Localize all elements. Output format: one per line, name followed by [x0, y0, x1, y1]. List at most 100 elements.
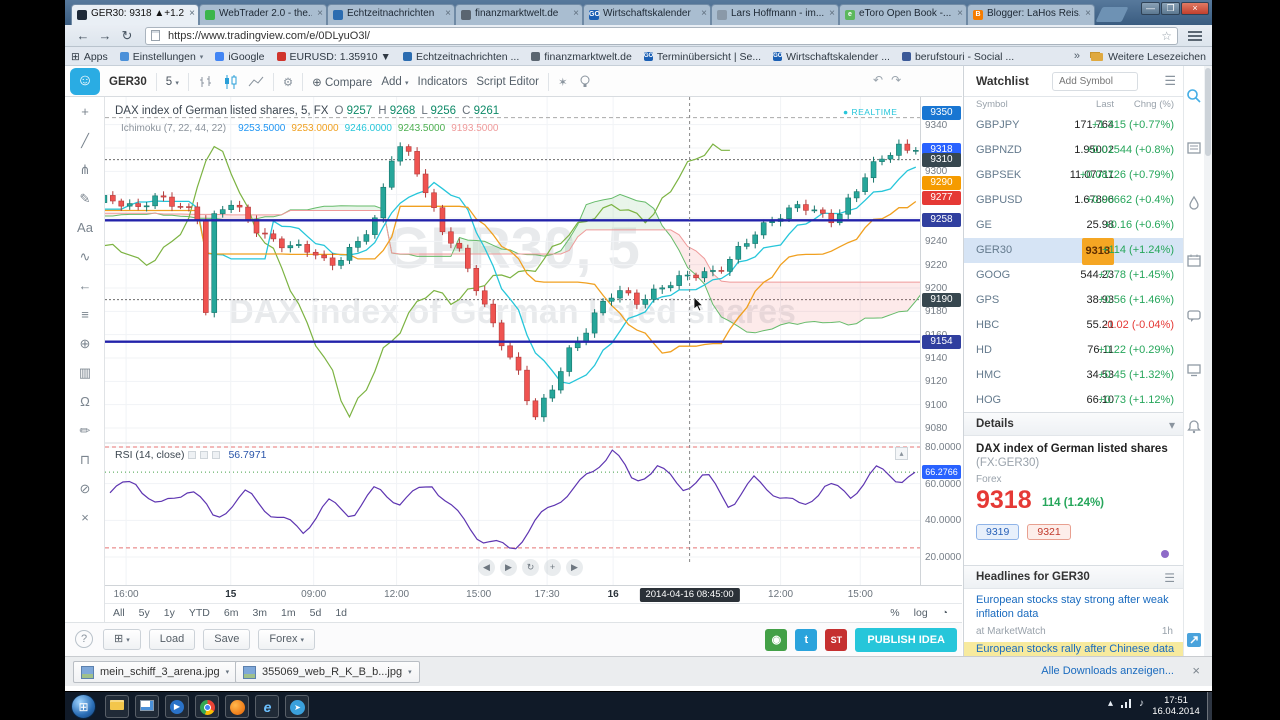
rsi-eye-icon[interactable] — [188, 451, 196, 459]
browser-tab-5[interactable]: Lars Hoffmann - im...× — [711, 4, 839, 25]
chevron-down-icon[interactable]: ▾ — [408, 668, 412, 676]
show-all-downloads-link[interactable]: Alle Downloads anzeigen... — [1041, 665, 1174, 677]
taskbar-safari-icon[interactable]: ➤ — [285, 695, 309, 718]
pitchfork-tool[interactable]: ⋔ — [65, 155, 105, 184]
add-symbol-input[interactable] — [1052, 72, 1138, 91]
bookmark-star-icon[interactable]: ☆ — [1161, 29, 1172, 43]
screenshare-icon[interactable] — [1186, 362, 1202, 378]
compare-button[interactable]: ⊕ Compare — [312, 75, 372, 89]
headlines-header[interactable]: Headlines for GER30☰ — [964, 565, 1183, 589]
save-button[interactable]: Save — [203, 629, 250, 650]
idea-bulb-icon[interactable] — [577, 74, 593, 90]
range-6m[interactable]: 6m — [224, 604, 239, 623]
browser-tab-2[interactable]: Echtzeitnachrichten× — [327, 4, 455, 25]
download-item-0[interactable]: mein_schiff_3_arena.jpg▾ — [73, 661, 237, 683]
templates-icon[interactable]: ✶ — [558, 75, 568, 89]
fib-tool[interactable]: ≡ — [65, 300, 105, 329]
price-axis[interactable]: 9340930092409220920091809160914091209100… — [920, 97, 962, 585]
calendar-icon[interactable] — [1186, 252, 1202, 268]
address-bar[interactable]: https://www.tradingview.com/e/0DLyuO3l/ — [145, 27, 1178, 45]
scroll-right-button[interactable]: ▶ — [500, 559, 517, 576]
browser-tab-6[interactable]: eeToro Open Book -...× — [839, 4, 967, 25]
details-header[interactable]: Details▾ — [964, 412, 1183, 436]
range-3m[interactable]: 3m — [252, 604, 267, 623]
range-all[interactable]: All — [113, 604, 125, 623]
watchlist-row-hd[interactable]: HD76.11+0.22 (+0.29%) — [964, 338, 1183, 363]
collapse-icon[interactable]: ▾ — [1169, 418, 1175, 432]
new-tab-button[interactable] — [1096, 7, 1129, 22]
trendline-tool[interactable]: ╱ — [65, 126, 105, 155]
reload-button[interactable]: ↻ — [117, 27, 137, 45]
tab-close-icon[interactable]: × — [445, 8, 451, 20]
range-1d[interactable]: 1d — [335, 604, 347, 623]
text-tool[interactable]: Aa — [65, 213, 105, 242]
tab-close-icon[interactable]: × — [317, 8, 323, 20]
bell-icon[interactable] — [1186, 418, 1202, 434]
tab-close-icon[interactable]: × — [701, 8, 707, 20]
arrow-tool[interactable]: ← — [65, 271, 105, 300]
rsi-close-icon[interactable] — [212, 451, 220, 459]
rsi-legend[interactable]: RSI (14, close) 56.7971 — [115, 449, 266, 461]
price-chart-canvas[interactable] — [105, 97, 920, 585]
start-button[interactable]: ⊞ — [71, 694, 96, 719]
undo-redo[interactable]: ↶↷ — [873, 73, 909, 87]
maximize-button[interactable]: ❐ — [1161, 2, 1180, 15]
back-button[interactable]: ← — [73, 27, 93, 45]
log-scale[interactable]: log — [914, 604, 928, 623]
chart-legend[interactable]: DAX index of German listed shares, 5, FX… — [115, 105, 499, 117]
scrollbar-thumb[interactable] — [1205, 68, 1211, 156]
watchlist-row-hbc[interactable]: HBC55.21-0.02 (-0.04%) — [964, 313, 1183, 338]
remove-tool[interactable]: × — [65, 503, 105, 532]
taskbar-ie-icon[interactable]: e — [255, 695, 279, 718]
minimize-button[interactable]: — — [1141, 2, 1160, 15]
broker-select[interactable]: Forex ▾ — [258, 629, 315, 650]
watchlist-row-ger30[interactable]: GER309318+114 (+1.24%) — [964, 238, 1183, 263]
volume-icon[interactable]: ♪ — [1139, 698, 1144, 709]
taskbar-clock[interactable]: 17:51 16.04.2014 — [1148, 695, 1204, 717]
watchlist-row-hog[interactable]: HOG66.10+0.73 (+1.12%) — [964, 388, 1183, 407]
watchlist-row-goog[interactable]: GOOG544.23+7.78 (+1.45%) — [964, 263, 1183, 288]
snapshot-camera-button[interactable]: ◉ — [765, 629, 787, 651]
taskbar-media-player-icon[interactable]: ▶ — [165, 695, 189, 718]
interval-button[interactable]: 5 ▾ — [166, 76, 179, 88]
indicators-button[interactable]: Indicators — [418, 76, 468, 88]
tab-close-icon[interactable]: × — [1085, 8, 1091, 20]
hidden-icons-arrow[interactable]: ▴ — [1108, 698, 1113, 709]
magnet-tool[interactable]: Ω — [65, 387, 105, 416]
bookmark-item-0[interactable]: Einstellungen▾ — [120, 51, 204, 63]
range-5y[interactable]: 5y — [139, 604, 150, 623]
taskbar-firefox-icon[interactable] — [225, 695, 249, 718]
ink-drop-icon[interactable] — [1186, 195, 1202, 211]
layout-button[interactable]: ⊞ ▾ — [103, 629, 141, 650]
ichimoku-legend[interactable]: Ichimoku (7, 22, 44, 22)9253.50009253.00… — [115, 123, 498, 134]
lock-tool[interactable]: ⊓ — [65, 445, 105, 474]
forward-button[interactable]: → — [95, 27, 115, 45]
load-button[interactable]: Load — [149, 629, 195, 650]
stocktwits-button[interactable]: ST — [825, 629, 847, 651]
browser-tab-1[interactable]: WebTrader 2.0 - the...× — [199, 4, 327, 25]
bookmark-item-3[interactable]: Echtzeitnachrichten ... — [403, 51, 519, 63]
tab-close-icon[interactable]: × — [189, 8, 195, 20]
news-icon[interactable] — [1186, 140, 1202, 156]
headlines-menu-icon[interactable]: ☰ — [1164, 571, 1175, 585]
script-editor-button[interactable]: Script Editor — [476, 76, 539, 88]
crosshair-tool[interactable]: + — [65, 97, 105, 126]
chart-area[interactable]: GER30, 5 DAX index of German listed shar… — [105, 97, 920, 585]
browser-tab-4[interactable]: GOWirtschaftskalender× — [583, 4, 711, 25]
browser-tab-7[interactable]: BBlogger: LaHos Reis...× — [967, 4, 1095, 25]
watchlist-row-gbpnzd[interactable]: GBPNZD1.95002+0.01544 (+0.8%) — [964, 138, 1183, 163]
show-desktop-button[interactable] — [1207, 692, 1212, 720]
chat-icon[interactable] — [1186, 308, 1202, 324]
download-shelf-close-icon[interactable]: × — [1192, 663, 1200, 678]
watchlist-menu-icon[interactable]: ☰ — [1164, 73, 1176, 89]
measure-tool[interactable]: ▥ — [65, 358, 105, 387]
bookmark-item-7[interactable]: berufstouri - Social ... — [902, 51, 1014, 63]
symbol-button[interactable]: GER30 — [109, 76, 147, 88]
pane-collapse-icon[interactable]: ▴ — [895, 447, 908, 460]
search-icon[interactable] — [1186, 88, 1202, 104]
watchlist-row-ge[interactable]: GE25.98+0.16 (+0.6%) — [964, 213, 1183, 238]
network-icon[interactable] — [1121, 699, 1131, 708]
zoom-tool[interactable]: ⊕ — [65, 329, 105, 358]
rsi-settings-icon[interactable] — [200, 451, 208, 459]
bookmark-item-1[interactable]: iGoogle — [215, 51, 264, 63]
